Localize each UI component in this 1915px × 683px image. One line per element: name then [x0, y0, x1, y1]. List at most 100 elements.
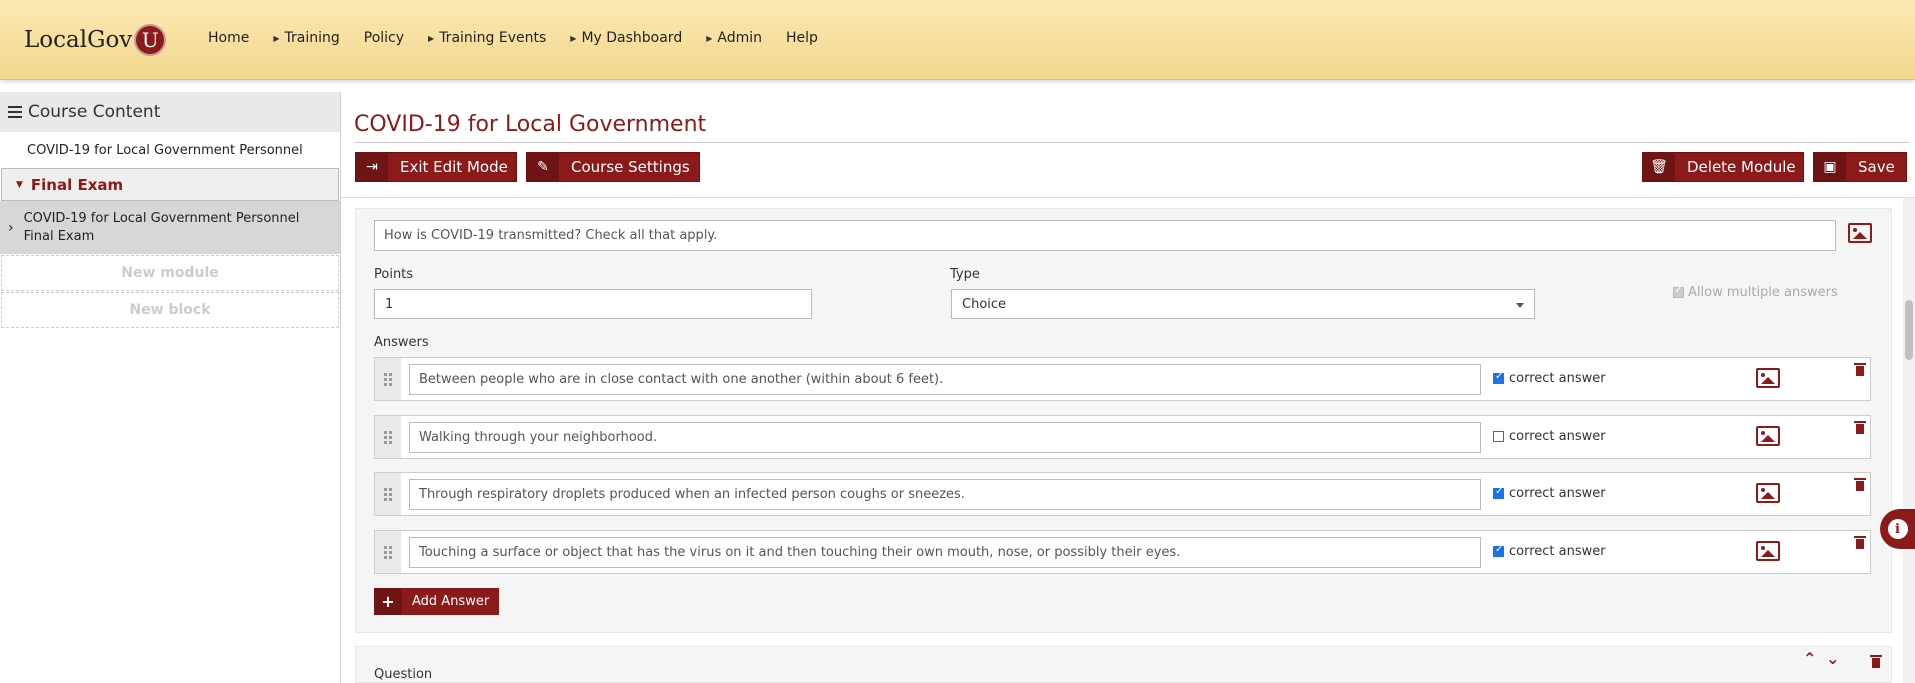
caret-right-icon: ▶ — [706, 33, 713, 43]
nav-admin[interactable]: ▶ Admin — [706, 30, 762, 46]
info-button[interactable]: i — [1880, 509, 1915, 549]
nav-training-events-label: Training Events — [439, 30, 547, 46]
nav-my-dashboard-label: My Dashboard — [581, 30, 683, 46]
course-content-sidebar: Course Content COVID-19 for Local Govern… — [0, 92, 341, 683]
correct-answer-label: correct answer — [1509, 429, 1606, 444]
drag-handle-icon[interactable] — [375, 531, 401, 573]
allow-multiple-label: Allow multiple answers — [1688, 285, 1838, 300]
floppy-disk-icon: ▣ — [1814, 153, 1846, 181]
save-button[interactable]: ▣ Save — [1813, 152, 1907, 182]
trash-icon[interactable] — [1854, 363, 1866, 376]
nav-training-events[interactable]: ▶ Training Events — [428, 30, 546, 46]
checkbox-icon — [1673, 285, 1684, 298]
nav-help[interactable]: Help — [786, 30, 818, 46]
move-down-icon[interactable]: ⌄ — [1826, 649, 1839, 668]
page-title: COVID-19 for Local Government — [354, 112, 707, 137]
sidebar-section-final-exam[interactable]: ▼ Final Exam — [1, 168, 339, 201]
drag-handle-icon[interactable] — [375, 358, 401, 400]
sidebar-module-final-exam[interactable]: › COVID-19 for Local Government Personne… — [0, 201, 340, 254]
trash-icon: 🗑 — [1643, 153, 1675, 181]
move-up-icon[interactable]: ⌃ — [1803, 649, 1816, 668]
chevron-down-icon — [1516, 303, 1524, 308]
answer-row: Through respiratory droplets produced wh… — [374, 472, 1871, 516]
sidebar-header[interactable]: Course Content — [0, 92, 340, 132]
image-icon[interactable] — [1756, 541, 1780, 561]
correct-answer-checkbox[interactable]: correct answer — [1493, 486, 1606, 501]
answers-label: Answers — [374, 335, 429, 350]
nav-training-label: Training — [284, 30, 340, 46]
sidebar-course-link[interactable]: COVID-19 for Local Government Personnel — [0, 132, 340, 168]
trash-icon[interactable] — [1854, 478, 1866, 491]
exit-icon: ⇥ — [356, 153, 388, 181]
logo-badge: U — [134, 24, 167, 56]
sidebar-title: Course Content — [28, 102, 161, 122]
nav-admin-label: Admin — [717, 30, 762, 46]
answer-text-input[interactable]: Walking through your neighborhood. — [409, 422, 1481, 453]
course-settings-button[interactable]: ✎ Course Settings — [526, 152, 700, 182]
drag-handle-icon[interactable] — [375, 473, 401, 515]
delete-module-label: Delete Module — [1687, 158, 1796, 176]
localgovu-logo[interactable]: LocalGov U — [24, 22, 167, 58]
checkbox-checked-icon — [1493, 371, 1504, 384]
checkbox-checked-icon — [1493, 486, 1504, 499]
add-answer-label: Add Answer — [412, 594, 490, 609]
correct-answer-checkbox[interactable]: correct answer — [1493, 544, 1606, 559]
checkbox-unchecked-icon — [1493, 431, 1504, 442]
delete-module-button[interactable]: 🗑 Delete Module — [1642, 152, 1804, 182]
nav-policy-label: Policy — [363, 30, 405, 46]
answer-row: Walking through your neighborhood. corre… — [374, 415, 1871, 459]
caret-down-icon: ▼ — [16, 179, 23, 190]
trash-icon[interactable] — [1870, 655, 1882, 668]
main-nav: Home ▶ Training Policy ▶ Training Events ▶… — [208, 30, 842, 46]
correct-answer-checkbox[interactable]: correct answer — [1493, 371, 1606, 386]
type-select-value: Choice — [962, 297, 1007, 312]
top-header: LocalGov U Home ▶ Training Policy ▶ Traini… — [0, 0, 1915, 80]
scrollbar-thumb[interactable] — [1905, 300, 1913, 360]
nav-help-label: Help — [786, 30, 818, 46]
image-icon[interactable] — [1756, 426, 1780, 446]
new-module-button[interactable]: New module — [1, 255, 339, 291]
points-input[interactable]: 1 — [374, 289, 812, 319]
question-text-input[interactable]: How is COVID-19 transmitted? Check all t… — [374, 220, 1836, 251]
nav-home[interactable]: Home — [208, 30, 249, 46]
type-select[interactable]: Choice — [951, 289, 1535, 319]
sidebar-module-line1: COVID-19 for Local Government Personnel — [23, 210, 300, 226]
answer-text-input[interactable]: Through respiratory droplets produced wh… — [409, 479, 1481, 510]
new-block-button[interactable]: New block — [1, 292, 339, 328]
scrollbar-track[interactable] — [1903, 198, 1915, 683]
nav-home-label: Home — [208, 30, 250, 46]
type-label: Type — [950, 267, 980, 282]
nav-policy[interactable]: Policy — [364, 30, 404, 46]
image-icon[interactable] — [1756, 483, 1780, 503]
save-label: Save — [1858, 158, 1895, 176]
answer-text-input[interactable]: Touching a surface or object that has th… — [409, 537, 1481, 568]
hamburger-icon[interactable] — [8, 103, 22, 121]
caret-right-icon: ▶ — [428, 33, 435, 43]
trash-icon[interactable] — [1854, 536, 1866, 549]
answer-text-input[interactable]: Between people who are in close contact … — [409, 364, 1481, 395]
nav-training[interactable]: ▶ Training — [273, 30, 339, 46]
nav-my-dashboard[interactable]: ▶ My Dashboard — [570, 30, 682, 46]
exit-edit-mode-button[interactable]: ⇥ Exit Edit Mode — [355, 152, 517, 182]
drag-handle-icon[interactable] — [375, 416, 401, 458]
logo-text: LocalGov — [24, 27, 133, 53]
answer-row: Between people who are in close contact … — [374, 357, 1871, 401]
correct-answer-checkbox[interactable]: correct answer — [1493, 429, 1606, 444]
course-settings-label: Course Settings — [571, 158, 690, 176]
caret-right-icon: ▶ — [273, 33, 280, 43]
caret-right-icon: ▶ — [570, 33, 577, 43]
image-icon[interactable] — [1756, 368, 1780, 388]
sidebar-section-label: Final Exam — [30, 175, 124, 194]
next-question-panel: Question — [355, 646, 1892, 683]
points-label: Points — [374, 267, 414, 282]
title-divider — [354, 142, 1909, 143]
allow-multiple-answers-checkbox[interactable]: Allow multiple answers — [1673, 285, 1838, 300]
image-icon[interactable] — [1848, 223, 1872, 243]
sidebar-module-label: COVID-19 for Local Government Personnel F… — [24, 210, 300, 246]
checkbox-checked-icon — [1493, 544, 1504, 557]
sidebar-module-line2: Final Exam — [23, 228, 95, 244]
exit-edit-mode-label: Exit Edit Mode — [400, 158, 508, 176]
pencil-icon: ✎ — [527, 153, 559, 181]
trash-icon[interactable] — [1854, 421, 1866, 434]
add-answer-button[interactable]: + Add Answer — [374, 588, 500, 615]
